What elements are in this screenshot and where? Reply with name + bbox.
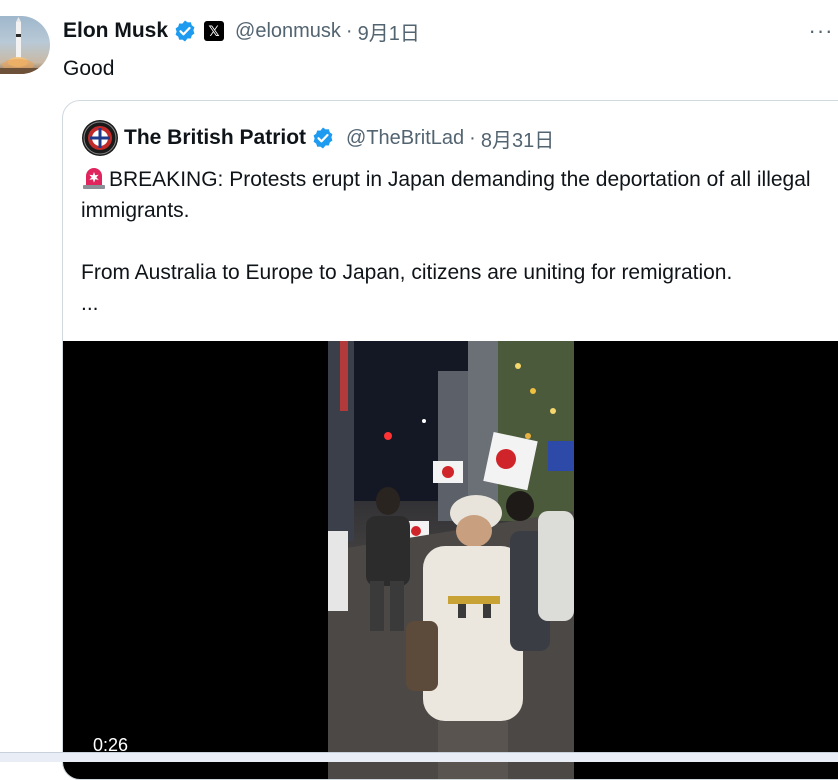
verified-badge-icon[interactable] <box>173 19 197 43</box>
rocket-launch-image <box>0 17 50 74</box>
separator-dot: · <box>469 126 476 149</box>
quoted-text-ellipsis: ... <box>81 292 99 315</box>
quoted-author-avatar[interactable] <box>82 120 118 156</box>
rotating-light-emoji-icon <box>81 165 107 190</box>
quoted-author-display-name[interactable]: The British Patriot <box>124 126 306 150</box>
quoted-tweet-header: The British Patriot @TheBritLad · 8月31日 <box>124 123 554 153</box>
emblem-icon <box>83 121 117 155</box>
quoted-author-handle[interactable]: @TheBritLad <box>346 127 464 150</box>
quoted-tweet-date[interactable]: 8月31日 <box>481 124 554 153</box>
quoted-text-line-2: From Australia to Europe to Japan, citiz… <box>81 261 733 284</box>
quoted-text-paragraph-1: BREAKING: Protests erupt in Japan demand… <box>81 164 821 226</box>
author-handle[interactable]: @elonmusk <box>235 20 341 43</box>
protest-street-scene-image <box>328 341 574 779</box>
quoted-tweet-text: BREAKING: Protests erupt in Japan demand… <box>81 164 821 319</box>
separator-dot: · <box>345 19 353 42</box>
bottom-edge-strip <box>0 752 838 762</box>
more-options-icon[interactable]: ··· <box>806 16 836 46</box>
elonmusk-avatar[interactable] <box>0 16 50 74</box>
verified-badge-icon[interactable] <box>311 126 335 150</box>
x-logo-icon[interactable]: 𝕏 <box>204 21 225 41</box>
tweet-header: Elon Musk 𝕏 @elonmusk · 9月1日 <box>63 16 420 46</box>
author-display-name[interactable]: Elon Musk <box>63 19 168 43</box>
quoted-text-line-1: BREAKING: Protests erupt in Japan demand… <box>81 168 811 222</box>
video-player[interactable]: 0:26 <box>63 341 838 779</box>
tweet-date[interactable]: 9月1日 <box>358 17 420 46</box>
quoted-tweet-card[interactable]: The British Patriot @TheBritLad · 8月31日 … <box>62 100 838 780</box>
tweet-text: Good <box>63 57 115 80</box>
video-frame[interactable] <box>328 341 574 779</box>
